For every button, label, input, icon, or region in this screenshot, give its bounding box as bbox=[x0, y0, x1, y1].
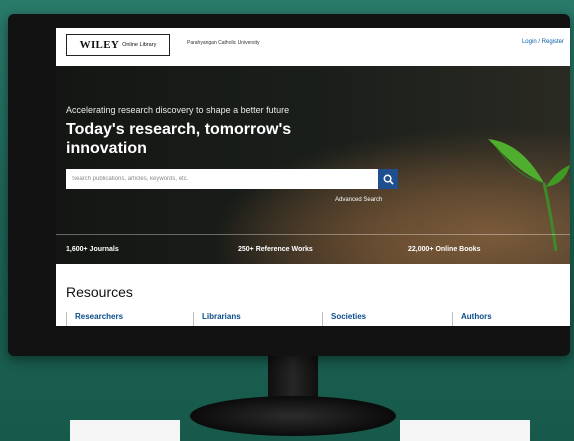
resources-link-societies[interactable]: Societies bbox=[322, 312, 366, 326]
hero-headline: Today's research, tomorrow's innovation bbox=[66, 121, 292, 157]
stat-journals[interactable]: 1,600+ Journals bbox=[66, 246, 119, 253]
logo-wordmark: WILEY bbox=[79, 39, 120, 51]
paper-scrap bbox=[400, 420, 530, 441]
stat-online-books[interactable]: 22,000+ Online Books bbox=[408, 246, 481, 253]
paper-scrap bbox=[70, 420, 180, 441]
search-input[interactable] bbox=[66, 169, 378, 189]
sprout-icon bbox=[488, 139, 570, 251]
logo-subtitle: Online Library bbox=[122, 42, 157, 48]
hero-tagline: Accelerating research discovery to shape… bbox=[66, 105, 290, 115]
login-register-link[interactable]: Login / Register bbox=[522, 39, 564, 45]
hero-banner: Accelerating research discovery to shape… bbox=[56, 66, 570, 264]
wiley-logo[interactable]: WILEY Online Library bbox=[66, 34, 170, 56]
advanced-search-link[interactable]: Advanced Search bbox=[335, 197, 382, 203]
screen: WILEY Online Library Parahyangan Catholi… bbox=[56, 28, 570, 326]
resources-link-authors[interactable]: Authors bbox=[452, 312, 492, 326]
resources-link-researchers[interactable]: Researchers bbox=[66, 312, 123, 326]
resources-link-librarians[interactable]: Librarians bbox=[193, 312, 241, 326]
institution-name: Parahyangan Catholic University bbox=[187, 40, 260, 46]
site-header: WILEY Online Library Parahyangan Catholi… bbox=[56, 28, 570, 67]
resources-heading: Resources bbox=[66, 284, 133, 300]
stats-bar: 1,600+ Journals 250+ Reference Works 22,… bbox=[56, 234, 570, 265]
search-icon bbox=[383, 174, 394, 185]
stat-reference-works[interactable]: 250+ Reference Works bbox=[238, 246, 313, 253]
search-button[interactable] bbox=[378, 169, 398, 189]
monitor-base bbox=[190, 396, 396, 436]
monitor-frame: WILEY Online Library Parahyangan Catholi… bbox=[8, 14, 570, 356]
